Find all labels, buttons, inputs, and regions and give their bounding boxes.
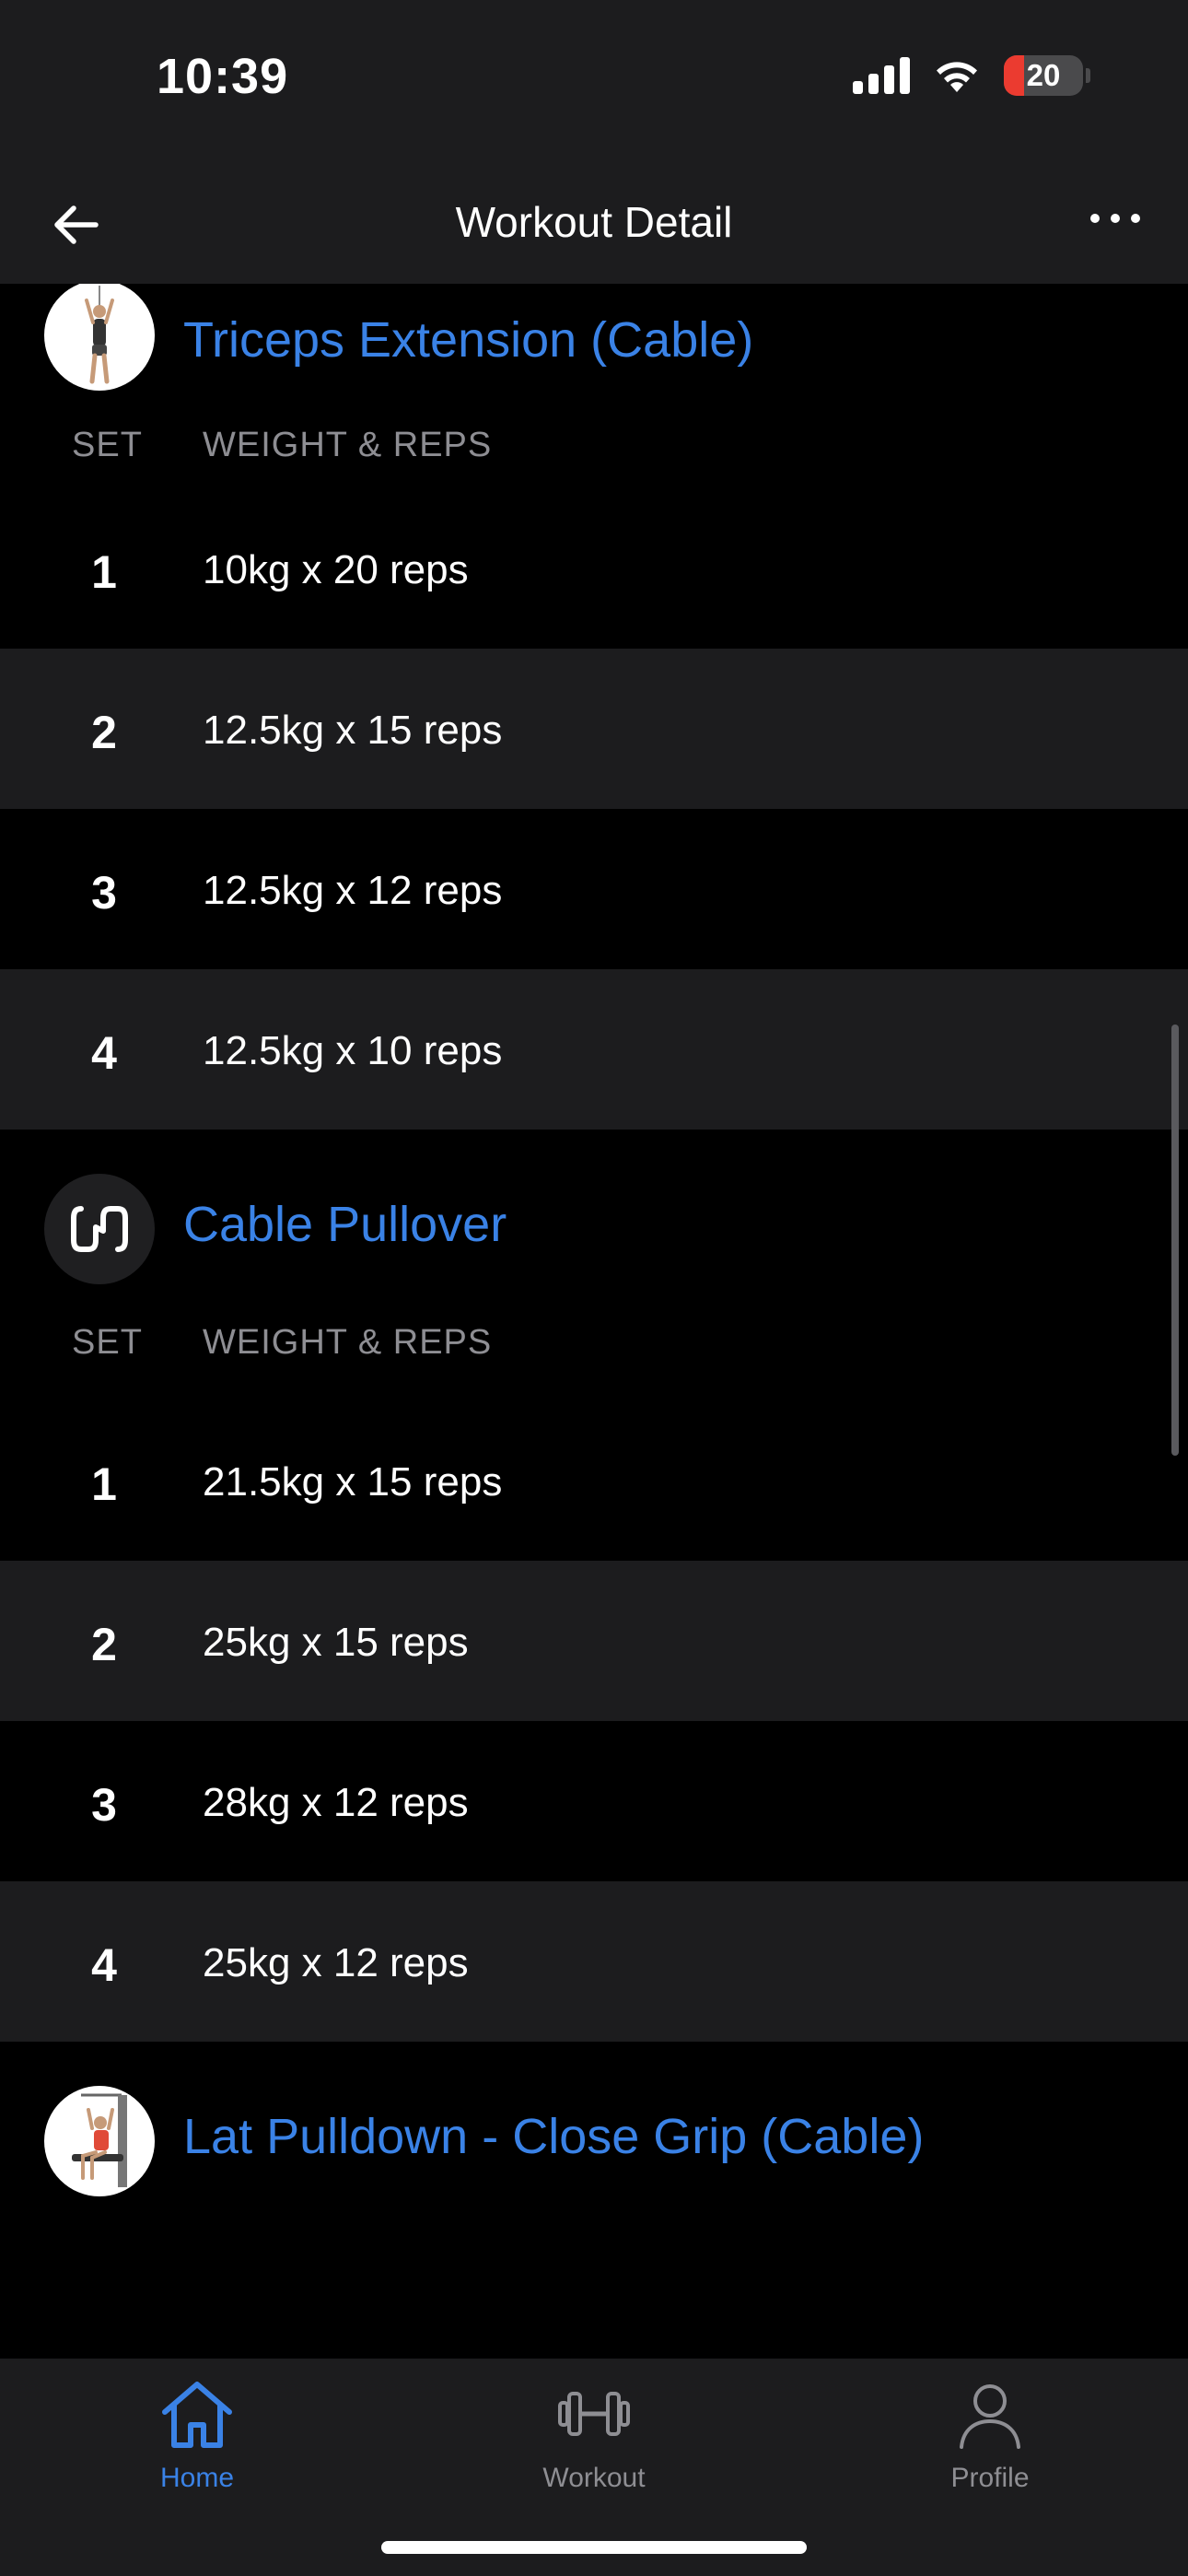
weight-reps-column-header: WEIGHT & REPS — [203, 1323, 493, 1362]
set-column-header: SET — [72, 426, 143, 464]
triceps-extension-figure-icon — [44, 284, 155, 391]
home-icon — [162, 2382, 232, 2448]
status-time: 10:39 — [157, 49, 289, 104]
tab-label: Home — [159, 2463, 235, 2493]
set-weight-reps: 12.5kg x 10 reps — [203, 1028, 503, 1073]
exercise-name[interactable]: Cable Pullover — [183, 1196, 507, 1253]
set-row: 4 25kg x 12 reps — [0, 1881, 1188, 2042]
set-number: 3 — [91, 1779, 117, 1831]
cable-pullover-icon — [44, 1174, 155, 1284]
home-indicator[interactable] — [381, 2541, 807, 2554]
set-weight-reps: 12.5kg x 12 reps — [203, 868, 503, 913]
column-headers: SET WEIGHT & REPS — [0, 391, 1188, 488]
set-weight-reps: 28kg x 12 reps — [203, 1780, 469, 1825]
status-icons: 20 — [853, 55, 1090, 96]
set-number: 2 — [91, 707, 117, 758]
set-row: 3 28kg x 12 reps — [0, 1721, 1188, 1881]
exercise-header[interactable]: Cable Pullover — [0, 1130, 1188, 1305]
set-number: 1 — [91, 1458, 117, 1510]
set-number: 4 — [91, 1939, 117, 1991]
set-number: 1 — [91, 546, 117, 598]
wifi-icon — [937, 62, 977, 92]
set-row: 1 10kg x 20 reps — [0, 488, 1188, 649]
weight-reps-column-header: WEIGHT & REPS — [203, 426, 493, 464]
more-options-icon[interactable] — [1090, 214, 1140, 223]
battery-level: 20 — [1026, 58, 1061, 92]
set-row: 2 12.5kg x 15 reps — [0, 649, 1188, 809]
set-row: 4 12.5kg x 10 reps — [0, 969, 1188, 1130]
column-headers: SET WEIGHT & REPS — [0, 1305, 1188, 1400]
tab-home[interactable]: Home — [59, 2377, 335, 2494]
set-weight-reps: 12.5kg x 15 reps — [203, 708, 503, 753]
set-number: 4 — [91, 1027, 117, 1079]
exercise-name[interactable]: Lat Pulldown - Close Grip (Cable) — [183, 2108, 924, 2165]
exercise-header[interactable]: Lat Pulldown - Close Grip (Cable) — [0, 2042, 1188, 2263]
set-weight-reps: 21.5kg x 15 reps — [203, 1459, 503, 1505]
set-weight-reps: 25kg x 15 reps — [203, 1620, 469, 1665]
tab-label: Profile — [950, 2463, 1030, 2493]
tab-workout[interactable]: Workout — [456, 2377, 732, 2494]
lat-pulldown-figure-icon — [44, 2086, 155, 2196]
workout-content[interactable]: Triceps Extension (Cable) SET WEIGHT & R… — [0, 284, 1188, 2359]
cellular-signal-icon — [853, 57, 910, 94]
page-title: Workout Detail — [455, 198, 733, 246]
set-column-header: SET — [72, 1323, 143, 1362]
set-weight-reps: 25kg x 12 reps — [203, 1940, 469, 1985]
set-weight-reps: 10kg x 20 reps — [203, 547, 469, 592]
set-row: 3 12.5kg x 12 reps — [0, 809, 1188, 969]
exercise-name[interactable]: Triceps Extension (Cable) — [183, 311, 753, 369]
set-row: 1 21.5kg x 15 reps — [0, 1400, 1188, 1561]
battery-icon: 20 — [1004, 55, 1090, 96]
set-number: 3 — [91, 867, 117, 919]
set-number: 2 — [91, 1619, 117, 1670]
top-bar: 10:39 20 Workout Detail — [0, 0, 1188, 284]
dumbbell-icon — [558, 2392, 630, 2436]
scroll-indicator[interactable] — [1171, 1025, 1179, 1456]
tab-profile[interactable]: Profile — [852, 2377, 1128, 2494]
tab-label: Workout — [542, 2463, 646, 2493]
exercise-header[interactable]: Triceps Extension (Cable) — [0, 284, 1188, 391]
profile-icon — [960, 2384, 1020, 2449]
set-row: 2 25kg x 15 reps — [0, 1561, 1188, 1721]
